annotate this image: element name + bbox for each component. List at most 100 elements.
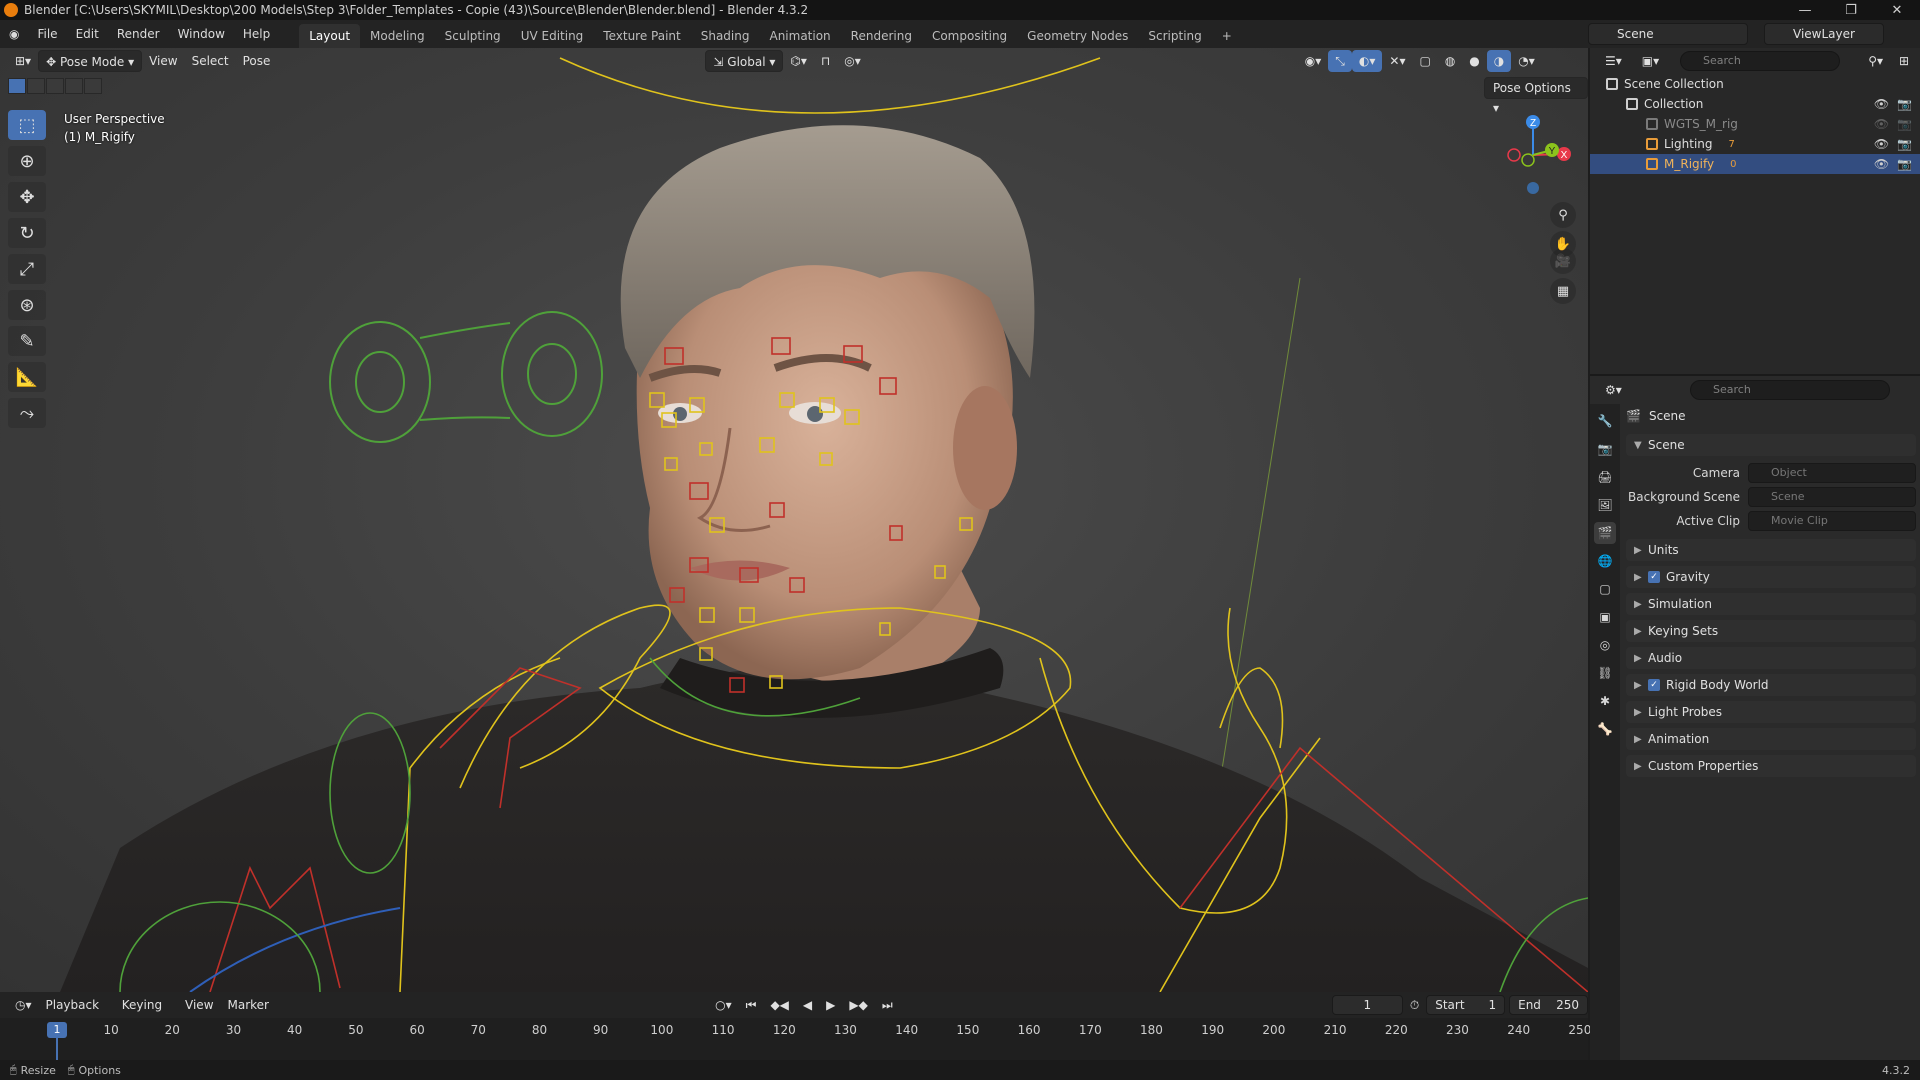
outliner-row-lighting[interactable]: Lighting 7 👁 📷 bbox=[1590, 134, 1920, 154]
scale-tool-icon[interactable]: ⤢ bbox=[8, 254, 46, 284]
pan-hand-icon[interactable]: ✋ bbox=[1550, 231, 1576, 257]
output-tab-icon[interactable]: 🖨 bbox=[1594, 466, 1616, 488]
bone-tool-icon[interactable]: ⤳ bbox=[8, 398, 46, 428]
pose-options-dropdown[interactable]: Pose Options ▾ bbox=[1484, 77, 1588, 115]
panel-header[interactable]: ▶ Keying Sets bbox=[1626, 620, 1916, 642]
menu-playback[interactable]: Playback ▾ bbox=[39, 994, 115, 1034]
auto-key-icon[interactable]: ○▾ bbox=[708, 994, 739, 1016]
tab-shading[interactable]: Shading bbox=[691, 24, 760, 48]
property-picker-field[interactable]: Movie Clip bbox=[1748, 511, 1916, 531]
filter-icon[interactable]: ⚲▾ bbox=[1861, 50, 1890, 72]
panel-header[interactable]: ▶ Animation bbox=[1626, 728, 1916, 750]
ortho-toggle-icon[interactable]: ▦ bbox=[1550, 278, 1576, 304]
playhead[interactable]: 1 bbox=[47, 1022, 67, 1038]
blender-menu-icon[interactable]: ◉ bbox=[0, 20, 28, 48]
tab-texture-paint[interactable]: Texture Paint bbox=[593, 24, 690, 48]
visibility-icon[interactable]: ◉▾ bbox=[1298, 50, 1329, 72]
scene-panel-header[interactable]: ▼ Scene bbox=[1626, 434, 1916, 456]
play-reverse-icon[interactable]: ◀ bbox=[796, 994, 819, 1016]
preview-range-icon[interactable]: ⏱ bbox=[1403, 994, 1426, 1016]
menu-marker[interactable]: Marker bbox=[221, 994, 276, 1016]
move-tool-icon[interactable]: ✥ bbox=[8, 182, 46, 212]
collection-tab-icon[interactable]: ▢ bbox=[1594, 578, 1616, 600]
tab-layout[interactable]: Layout bbox=[299, 24, 361, 48]
panel-header[interactable]: ▶ Units bbox=[1626, 539, 1916, 561]
visibility-eye-icon[interactable]: 👁 bbox=[1874, 97, 1889, 111]
select-subtract-icon[interactable] bbox=[46, 78, 64, 94]
gizmo-toggle-icon[interactable]: ⤡ bbox=[1328, 50, 1352, 72]
physics-tab-icon[interactable]: ◎ bbox=[1594, 634, 1616, 656]
select-invert-icon[interactable] bbox=[65, 78, 83, 94]
next-keyframe-icon[interactable]: ▶◆ bbox=[842, 994, 874, 1016]
view-layer-selector[interactable]: ViewLayer bbox=[1764, 23, 1884, 45]
frame-ruler[interactable]: 10 20 30 40 50 60 70 80 90 100 110 120 130 140 150 160 1… bbox=[0, 1018, 1591, 1078]
outliner-row-collection[interactable]: Collection 👁 📷 bbox=[1590, 94, 1920, 114]
outliner-row-collection-dim[interactable]: WGTS_M_rig 👁 📷 bbox=[1590, 114, 1920, 134]
orientation-dropdown[interactable]: ⇲ Global ▾ bbox=[705, 50, 784, 72]
menu-select[interactable]: Select bbox=[185, 50, 236, 72]
visibility-eye-icon[interactable]: 👁 bbox=[1874, 137, 1889, 151]
close-button[interactable]: ✕ bbox=[1874, 0, 1920, 20]
outliner-row-scene[interactable]: Scene Collection bbox=[1590, 74, 1920, 94]
panel-header[interactable]: ▶ ✓ Rigid Body World bbox=[1626, 674, 1916, 696]
bone-tab-icon[interactable]: 🦴 bbox=[1594, 718, 1616, 740]
menu-help[interactable]: Help bbox=[234, 20, 279, 48]
tab-rendering[interactable]: Rendering bbox=[841, 24, 922, 48]
tab-sculpting[interactable]: Sculpting bbox=[435, 24, 511, 48]
mode-dropdown[interactable]: ✥ Pose Mode ▾ bbox=[38, 50, 143, 72]
view-layer-tab-icon[interactable]: 🖼 bbox=[1594, 494, 1616, 516]
menu-edit[interactable]: Edit bbox=[67, 20, 108, 48]
menu-timeline-view[interactable]: View bbox=[178, 994, 220, 1016]
outliner-row-armature[interactable]: M_Rigify 0 👁 📷 bbox=[1590, 154, 1920, 174]
panel-header[interactable]: ▶ Simulation bbox=[1626, 593, 1916, 615]
world-tab-icon[interactable]: 🌐 bbox=[1594, 550, 1616, 572]
shading-wireframe-icon[interactable]: ◍ bbox=[1438, 50, 1462, 72]
playhead-line[interactable] bbox=[56, 1038, 58, 1060]
pivot-icon[interactable]: ⌬▾ bbox=[783, 50, 814, 72]
panel-header[interactable]: ▶ Custom Properties bbox=[1626, 755, 1916, 777]
select-intersect-icon[interactable] bbox=[84, 78, 102, 94]
visibility-eye-icon[interactable]: 👁 bbox=[1874, 117, 1889, 131]
shading-solid-icon[interactable]: ● bbox=[1462, 50, 1486, 72]
visibility-eye-icon[interactable]: 👁 bbox=[1874, 157, 1889, 171]
play-icon[interactable]: ▶ bbox=[819, 994, 842, 1016]
timeline-editor[interactable]: ◷▾ Playback ▾ Keying ▾ View Marker ○▾ ⏮ … bbox=[0, 992, 1591, 1078]
render-tab-icon[interactable]: 📷 bbox=[1594, 438, 1616, 460]
new-collection-icon[interactable]: ⊞ bbox=[1892, 50, 1916, 72]
rotate-tool-icon[interactable]: ↻ bbox=[8, 218, 46, 248]
properties-editor-type-icon[interactable]: ⚙▾ bbox=[1598, 379, 1629, 401]
scene-tab-icon[interactable]: 🎬 bbox=[1594, 522, 1616, 544]
zoom-icon[interactable]: ⚲ bbox=[1550, 202, 1576, 228]
proportional-edit-icon[interactable]: ◎▾ bbox=[837, 50, 868, 72]
outliner[interactable]: ☰▾ ▣▾ Search ⚲▾ ⊞ Scene Collection Collec… bbox=[1590, 48, 1920, 374]
maximize-button[interactable]: ❐ bbox=[1828, 0, 1874, 20]
menu-render[interactable]: Render bbox=[108, 20, 169, 48]
panel-header[interactable]: ▶ Light Probes bbox=[1626, 701, 1916, 723]
3d-viewport[interactable]: ⊞▾ ✥ Pose Mode ▾ View Select Pose ⇲ Glob… bbox=[0, 48, 1588, 992]
tab-geometry-nodes[interactable]: Geometry Nodes bbox=[1017, 24, 1138, 48]
menu-file[interactable]: File bbox=[28, 20, 66, 48]
prev-keyframe-icon[interactable]: ◆◀ bbox=[763, 994, 795, 1016]
bone-overlay-icon[interactable]: ✕▾ bbox=[1382, 50, 1412, 72]
panel-header[interactable]: ▶ ✓ Gravity bbox=[1626, 566, 1916, 588]
cursor-tool-icon[interactable]: ⊕ bbox=[8, 146, 46, 176]
outliner-editor-type-icon[interactable]: ☰▾ bbox=[1598, 50, 1629, 72]
outliner-search-input[interactable]: Search bbox=[1680, 51, 1840, 71]
render-camera-icon[interactable]: 📷 bbox=[1897, 137, 1912, 151]
add-workspace-button[interactable]: + bbox=[1212, 24, 1242, 48]
render-camera-icon[interactable]: 📷 bbox=[1897, 157, 1912, 171]
measure-tool-icon[interactable]: 📐 bbox=[8, 362, 46, 392]
shading-rendered-icon[interactable]: ◔▾ bbox=[1511, 50, 1542, 72]
jump-end-icon[interactable]: ⏭ bbox=[875, 994, 900, 1016]
snap-icon[interactable]: ⊓ bbox=[814, 50, 837, 72]
select-box-tool-icon[interactable]: ⬚ bbox=[8, 110, 46, 140]
annotate-tool-icon[interactable]: ✎ bbox=[8, 326, 46, 356]
axis-gizmo[interactable]: Z X Y bbox=[1490, 110, 1576, 200]
properties-editor[interactable]: ⚙▾ Search 🔧 📷 🖨 🖼 🎬 🌐 ▢ ▣ ◎ ⛓ ✱ 🦴 🎬 Scen… bbox=[1590, 374, 1920, 1062]
tab-animation[interactable]: Animation bbox=[759, 24, 840, 48]
select-extend-icon[interactable] bbox=[27, 78, 45, 94]
data-tab-icon[interactable]: ✱ bbox=[1594, 690, 1616, 712]
xray-icon[interactable]: ▢ bbox=[1412, 50, 1437, 72]
property-picker-field[interactable]: Object bbox=[1748, 463, 1916, 483]
end-frame-field[interactable]: End 250 bbox=[1509, 995, 1588, 1015]
